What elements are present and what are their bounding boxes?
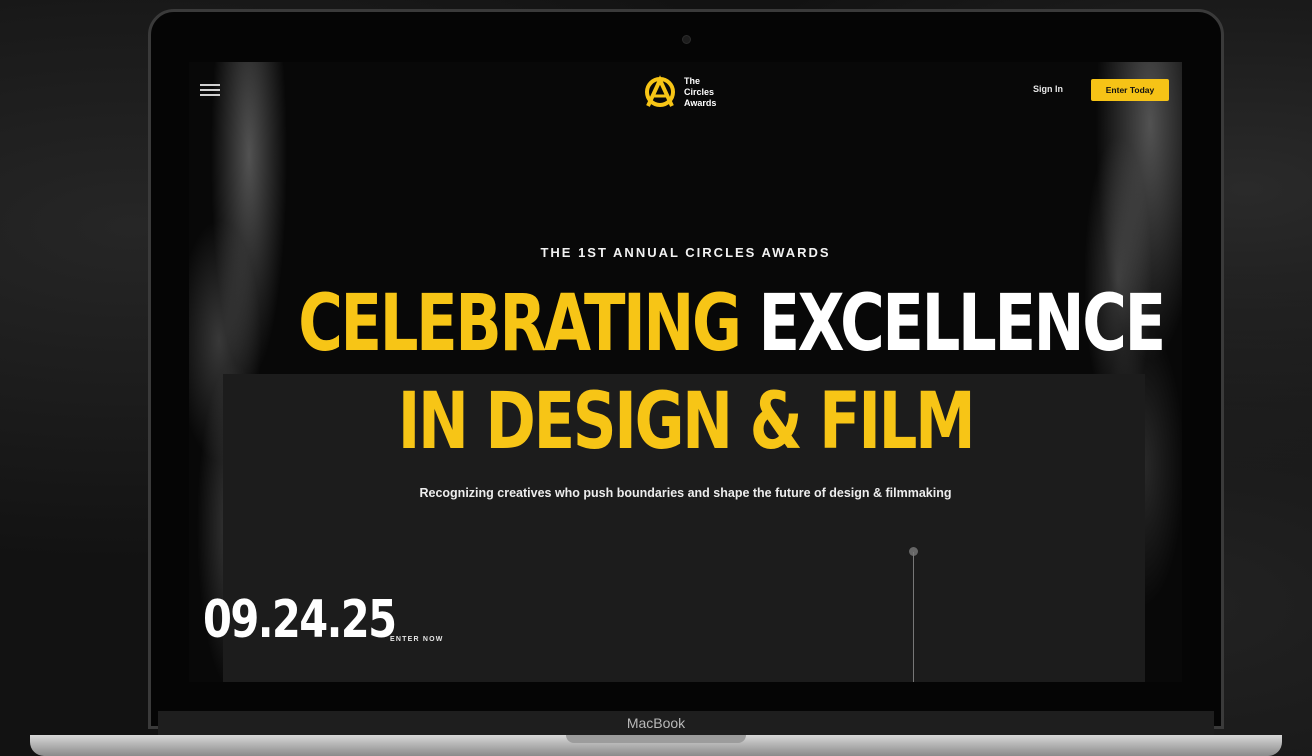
headline-celebrating: CELEBRATING [298,279,742,369]
laptop-brand-label: MacBook [626,715,686,731]
scroll-indicator-line [913,552,914,682]
hero-kicker: THE 1ST ANNUAL CIRCLES AWARDS [540,245,831,260]
circles-logo-icon [645,75,675,107]
headline-excellence: EXCELLENCE [758,279,1166,369]
event-date: 09.24.25 [203,590,397,650]
camera-icon [682,35,691,44]
sign-in-link[interactable]: Sign In [1033,84,1063,94]
headline-line-2: IN DESIGN & FILM [397,377,976,467]
hero-tagline: Recognizing creatives who push boundarie… [419,486,952,500]
enter-now-link[interactable]: ENTER NOW [390,636,444,643]
headline-line-1: CELEBRATING EXCELLENCE [298,284,1166,364]
site-logo[interactable]: The Circles Awards [642,74,716,110]
hamburger-menu-icon[interactable] [200,84,220,96]
logo-text: The Circles Awards [684,76,716,109]
logo-line: Awards [684,97,717,108]
laptop-base-notch [566,735,746,743]
logo-line: The [684,75,701,86]
logo-line: Circles [684,86,715,97]
website-screen: The Circles Awards Sign In Enter Today T… [189,62,1182,682]
enter-today-button[interactable]: Enter Today [1091,79,1169,101]
